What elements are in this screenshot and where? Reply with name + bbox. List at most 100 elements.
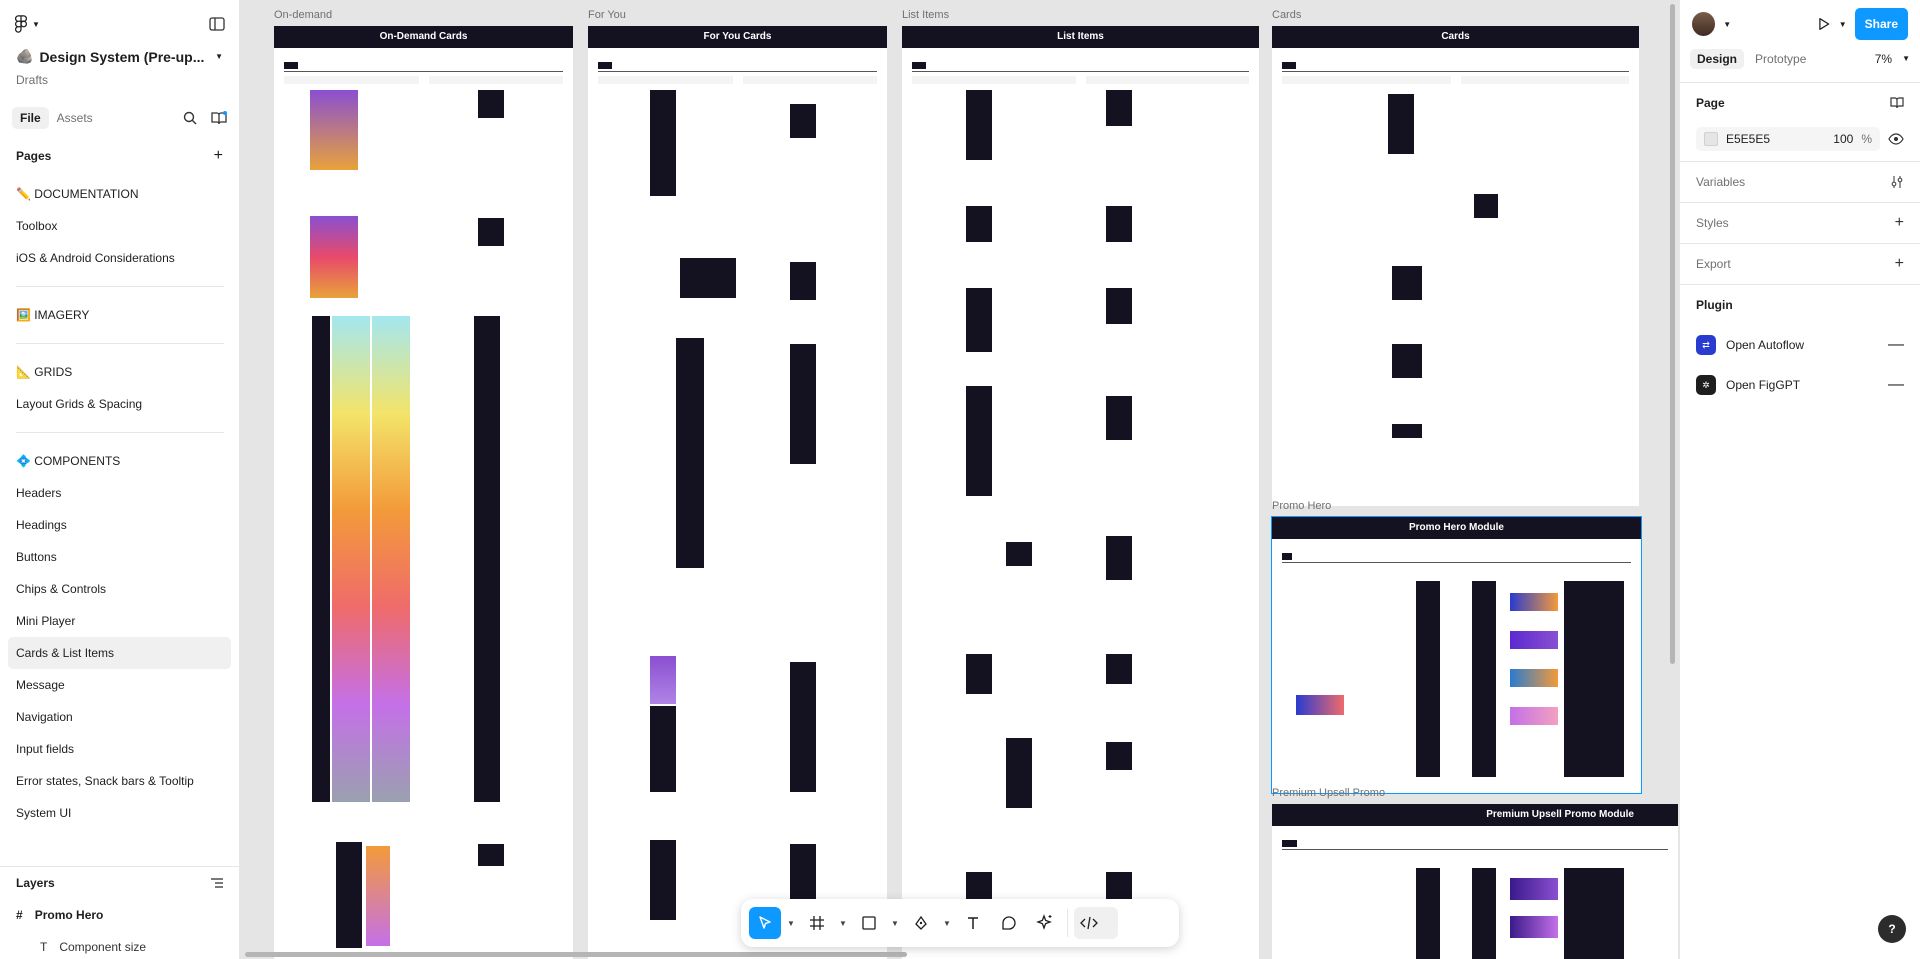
page-item[interactable]: Chips & Controls: [8, 573, 231, 605]
layer-label: Component size: [59, 940, 147, 954]
chevron-down-icon[interactable]: ▼: [785, 919, 797, 928]
page-item-selected[interactable]: Cards & List Items: [8, 637, 231, 669]
tab-file[interactable]: File: [12, 107, 49, 129]
chevron-down-icon[interactable]: ▼: [941, 919, 953, 928]
chevron-down-icon[interactable]: ▼: [1839, 20, 1847, 29]
frame-label[interactable]: Premium Upsell Promo: [1272, 787, 1385, 799]
pen-icon: [915, 915, 927, 930]
frame-label[interactable]: List Items: [902, 9, 949, 21]
android-preview: [1106, 654, 1132, 684]
frame-cards[interactable]: Cards: [1272, 26, 1639, 506]
project-location[interactable]: Drafts: [16, 73, 223, 87]
layers-header: Layers: [0, 867, 240, 899]
plugin-header: Plugin: [1696, 285, 1904, 325]
page-item[interactable]: Layout Grids & Spacing: [8, 388, 231, 420]
page-item[interactable]: Input fields: [8, 733, 231, 765]
frame-label[interactable]: For You: [588, 9, 626, 21]
canvas[interactable]: On-demand On-Demand Cards For You For Yo…: [241, 0, 1678, 959]
frame-label[interactable]: Cards: [1272, 9, 1301, 21]
add-style-icon[interactable]: +: [1895, 214, 1904, 232]
page-item[interactable]: 📐 GRIDS: [8, 356, 231, 388]
chevron-down-icon[interactable]: ▼: [1723, 20, 1731, 29]
page-item[interactable]: Navigation: [8, 701, 231, 733]
tab-assets[interactable]: Assets: [49, 107, 101, 129]
page-item[interactable]: iOS & Android Considerations: [8, 242, 231, 274]
frame-premium-upsell[interactable]: Premium Upsell Promo Module: [1272, 804, 1678, 959]
sidebar-toggle-icon[interactable]: [209, 17, 225, 31]
main-menu-button[interactable]: ▼: [14, 15, 40, 33]
tab-prototype[interactable]: Prototype: [1748, 49, 1813, 69]
search-icon[interactable]: [183, 111, 197, 125]
minus-icon[interactable]: —: [1888, 376, 1904, 394]
frame-label[interactable]: On-demand: [274, 9, 332, 21]
frame-tool-button[interactable]: [801, 907, 833, 939]
layers-section: Layers # Promo Hero T Component size: [0, 866, 240, 959]
section-divider: [1282, 849, 1668, 850]
library-icon[interactable]: [1890, 96, 1904, 110]
frame-icon: #: [16, 908, 23, 922]
plugin-row[interactable]: ⇄ Open Autoflow —: [1696, 325, 1904, 365]
add-export-icon[interactable]: +: [1895, 255, 1904, 273]
actions-button[interactable]: [1029, 907, 1061, 939]
comment-tool-button[interactable]: [993, 907, 1025, 939]
page-item[interactable]: 💠 COMPONENTS: [8, 445, 231, 477]
fill-hex[interactable]: E5E5E5: [1726, 132, 1770, 146]
android-preview: [790, 344, 816, 464]
page-item[interactable]: Error states, Snack bars & Tooltip: [8, 765, 231, 797]
page-fill-field[interactable]: E5E5E5 100 %: [1696, 127, 1880, 151]
collapse-layers-icon[interactable]: [210, 877, 224, 889]
eye-icon[interactable]: [1888, 133, 1904, 145]
column-headers: [274, 72, 573, 88]
frame-for-you[interactable]: For You Cards: [588, 26, 887, 959]
export-header[interactable]: Export +: [1696, 244, 1904, 284]
tab-design[interactable]: Design: [1690, 49, 1745, 69]
frame-promo-hero[interactable]: Promo Hero Module: [1271, 516, 1642, 794]
help-button[interactable]: ?: [1878, 915, 1906, 943]
page-item[interactable]: Message: [8, 669, 231, 701]
file-name: Design System (Pre-up...: [39, 48, 205, 65]
library-icon[interactable]: [211, 111, 227, 125]
variables-header[interactable]: Variables: [1696, 162, 1904, 202]
text-tool-button[interactable]: [957, 907, 989, 939]
share-button[interactable]: Share: [1854, 8, 1908, 40]
page-item[interactable]: 🖼️ IMAGERY: [8, 299, 231, 331]
chevron-down-icon[interactable]: ▼: [889, 919, 901, 928]
pen-tool-button[interactable]: [905, 907, 937, 939]
move-tool-button[interactable]: [749, 907, 781, 939]
android-preview: [1564, 868, 1624, 959]
fill-opacity[interactable]: 100: [1833, 132, 1853, 146]
minus-icon[interactable]: —: [1888, 336, 1904, 354]
layer-row[interactable]: # Promo Hero: [0, 899, 240, 931]
page-item[interactable]: Toolbox: [8, 210, 231, 242]
android-preview: [790, 262, 816, 300]
chevron-down-icon[interactable]: ▼: [837, 919, 849, 928]
add-page-icon[interactable]: +: [214, 147, 223, 165]
frame-on-demand[interactable]: On-Demand Cards: [274, 26, 573, 959]
horizontal-scrollbar[interactable]: [245, 952, 907, 957]
plugin-row[interactable]: ✲ Open FigGPT —: [1696, 365, 1904, 405]
layer-row[interactable]: T Component size: [0, 931, 240, 959]
text-icon: [968, 917, 978, 929]
zoom-control[interactable]: 7% ▼: [1875, 52, 1910, 66]
page-item[interactable]: Headings: [8, 509, 231, 541]
adjust-icon[interactable]: [1890, 175, 1904, 189]
vertical-scrollbar[interactable]: [1670, 4, 1675, 664]
android-preview: [478, 218, 504, 246]
page-item[interactable]: System UI: [8, 797, 231, 829]
file-name-button[interactable]: 🪨 Design System (Pre-up... ▼: [16, 48, 223, 65]
shape-tool-button[interactable]: [853, 907, 885, 939]
page-item[interactable]: ✏️ DOCUMENTATION: [8, 178, 231, 210]
frame-label[interactable]: Promo Hero: [1272, 500, 1331, 512]
styles-header[interactable]: Styles +: [1696, 203, 1904, 243]
promo-card-preview: [1510, 878, 1558, 900]
page-item[interactable]: Mini Player: [8, 605, 231, 637]
section-tag: [1282, 62, 1296, 69]
page-item[interactable]: Headers: [8, 477, 231, 509]
frame-list-items[interactable]: List Items: [902, 26, 1259, 959]
play-icon[interactable]: [1817, 17, 1831, 31]
color-swatch[interactable]: [1704, 132, 1718, 146]
page-item[interactable]: Buttons: [8, 541, 231, 573]
avatar[interactable]: [1692, 12, 1716, 36]
page-fill-row: E5E5E5 100 %: [1696, 123, 1904, 155]
dev-mode-toggle[interactable]: [1074, 907, 1118, 939]
